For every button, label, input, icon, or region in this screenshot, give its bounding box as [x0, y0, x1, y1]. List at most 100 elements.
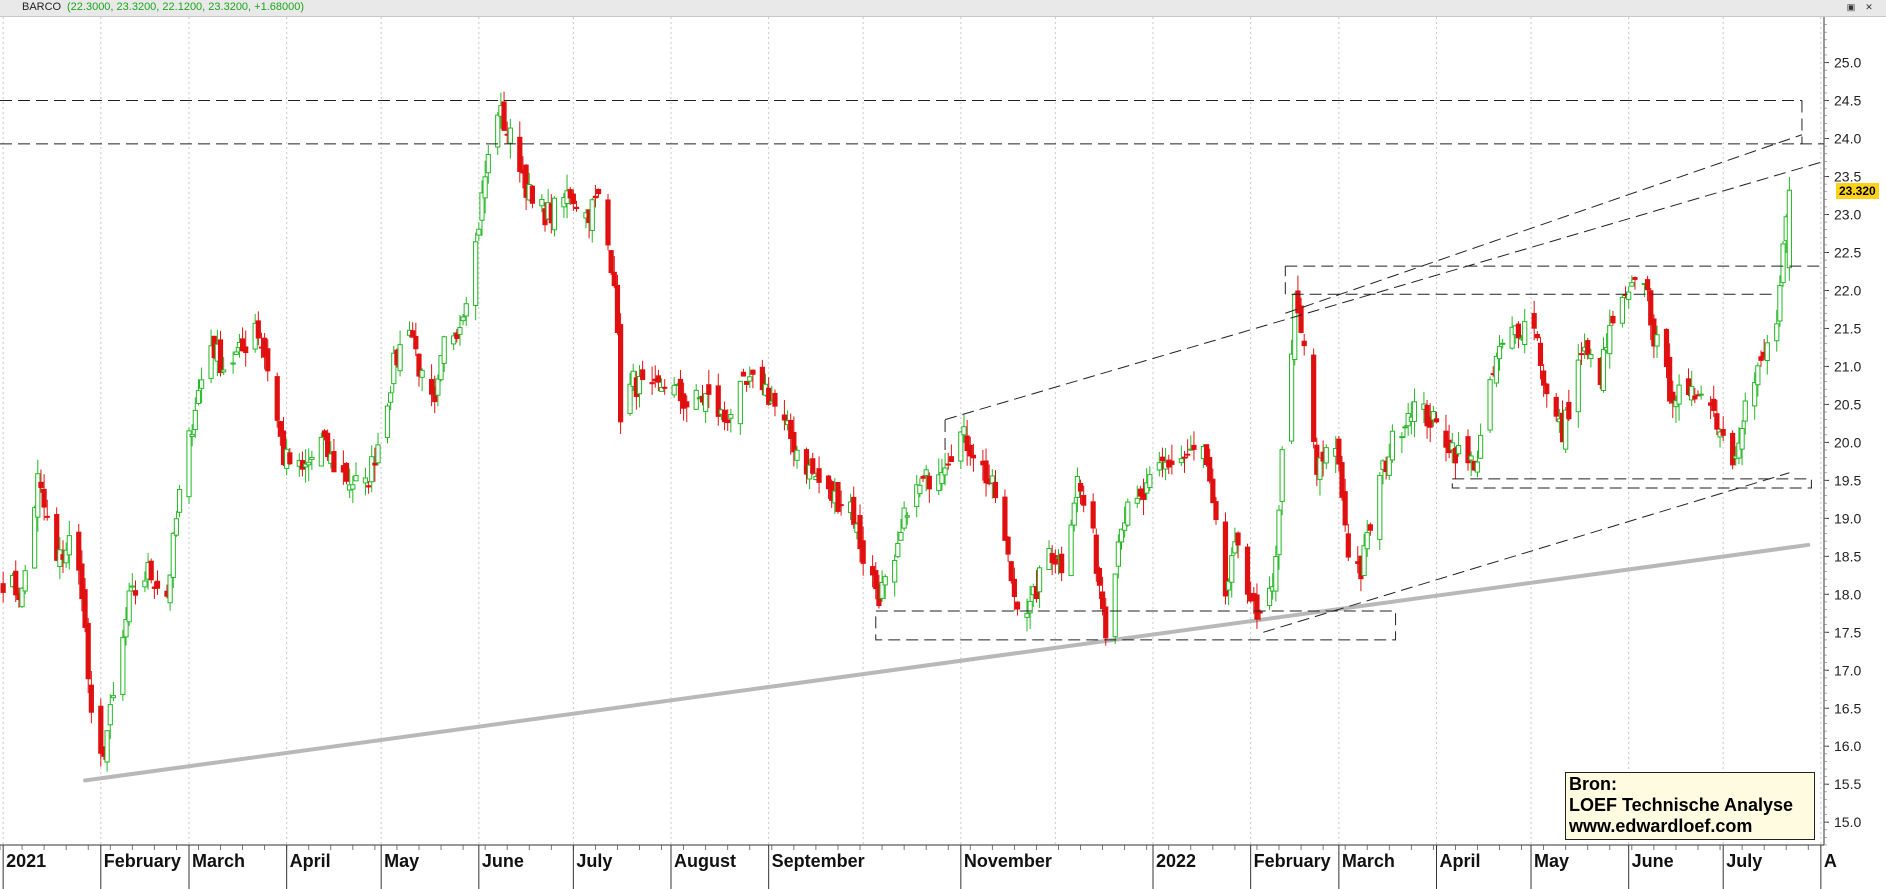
x-tick-label: 2022 [1156, 851, 1196, 871]
candle-down [501, 101, 507, 131]
candle-down [948, 456, 954, 463]
candle-down [1515, 323, 1522, 339]
candle-up [460, 316, 466, 322]
candle-up [1575, 359, 1581, 413]
candle-up [671, 384, 677, 396]
candle-down [1541, 370, 1547, 386]
candle-down [1257, 611, 1263, 614]
candle-up [1273, 556, 1279, 592]
restore-icon[interactable]: ▣ [1844, 1, 1858, 13]
candle-down [1014, 601, 1021, 610]
candle-down [860, 540, 866, 564]
candle-up [895, 543, 901, 558]
candle-up [495, 114, 501, 148]
candle-down [1537, 342, 1544, 366]
candle-down [325, 432, 331, 458]
candle-down [1096, 568, 1103, 586]
candle-down [1342, 491, 1348, 526]
candle-down [1077, 483, 1084, 492]
candle-down [851, 496, 857, 525]
candle-up [1742, 400, 1748, 422]
candle-up [1626, 291, 1632, 300]
candle-down [331, 451, 337, 473]
candle-down [1553, 396, 1559, 417]
candle-down [1301, 340, 1307, 347]
candle-down [618, 324, 624, 423]
x-tick-label: February [1254, 851, 1331, 871]
candle-down [706, 384, 712, 395]
candle-up [1455, 444, 1462, 455]
candle-down [1298, 305, 1304, 333]
candle-up [482, 176, 488, 199]
candle-up [1156, 462, 1162, 471]
x-tick-label: June [482, 851, 524, 871]
candle-down [1566, 401, 1572, 420]
candle-up [1755, 365, 1761, 386]
candle-up [1068, 524, 1074, 577]
candle-down [217, 339, 224, 374]
candle-down [649, 382, 655, 385]
candle-up [917, 484, 923, 495]
candle-up [923, 469, 929, 477]
candle-up [195, 390, 202, 404]
candle-down [343, 462, 350, 482]
candle-up [507, 127, 513, 144]
candle-down [740, 371, 747, 377]
candle-down [1711, 398, 1717, 411]
candle-down [88, 684, 94, 713]
candle-down [1008, 561, 1014, 582]
x-tick-label: September [772, 851, 865, 871]
candle-down [274, 376, 280, 421]
candle-up [1474, 461, 1481, 473]
candle-up [186, 430, 192, 498]
y-tick-label: 20.5 [1834, 396, 1861, 412]
y-tick-label: 16.0 [1834, 738, 1861, 754]
y-tick-label: 23.0 [1834, 207, 1861, 223]
candle-down [608, 250, 614, 274]
trendline-layer [83, 542, 1811, 783]
candle-up [1389, 430, 1396, 461]
candle-down [1714, 413, 1720, 430]
candle-up [1522, 321, 1528, 346]
candlestick-chart: 2021 February March April May June July August S… [0, 17, 1861, 889]
candle-down [1181, 456, 1188, 459]
candle-up [693, 389, 699, 410]
candle-up [1024, 613, 1030, 618]
candle-up [1654, 334, 1660, 347]
candle-down [772, 392, 778, 407]
candle-up [1147, 474, 1153, 489]
y-tick-label: 24.0 [1834, 131, 1861, 147]
candle-down [1254, 594, 1260, 620]
candle-down [781, 414, 788, 421]
candle-up [129, 585, 135, 588]
candle-down [640, 369, 646, 381]
y-tick-label: 25.0 [1834, 55, 1861, 71]
candle-up [441, 336, 447, 364]
candle-up [728, 413, 734, 419]
x-tick-label: June [1632, 851, 1674, 871]
candle-down [1210, 478, 1216, 504]
candle-up [703, 393, 709, 412]
candle-up [104, 730, 110, 763]
y-tick-label: 19.0 [1834, 510, 1861, 526]
y-tick-label: 21.0 [1834, 358, 1861, 374]
candle-down [0, 583, 6, 593]
y-tick-label: 21.5 [1834, 320, 1861, 336]
candle-up [384, 405, 391, 438]
upper-rising-line [1285, 134, 1803, 314]
candle-up [473, 241, 479, 306]
candle-down [570, 193, 576, 205]
candle-up [126, 590, 132, 623]
candle-up [1752, 381, 1758, 407]
candle-up [230, 362, 236, 365]
candle-up [192, 409, 198, 431]
candle-down [1578, 353, 1585, 356]
candle-up [1411, 401, 1418, 422]
candle-down [44, 515, 50, 518]
candle-down [655, 375, 662, 383]
candle-down [791, 431, 797, 453]
close-icon[interactable]: ✕ [1862, 1, 1876, 13]
y-tick-label: 18.5 [1834, 548, 1861, 564]
candle-down [750, 369, 756, 375]
source-url: www.edwardloef.com [1569, 816, 1753, 836]
